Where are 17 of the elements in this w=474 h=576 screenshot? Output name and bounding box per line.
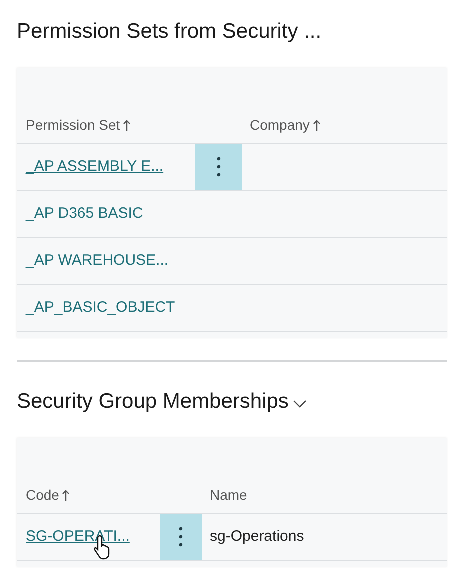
more-options-icon [216, 157, 220, 177]
row-link[interactable]: _AP WAREHOUSE... [26, 250, 169, 272]
row-link[interactable]: _AP ASSEMBLY E... [26, 156, 164, 178]
chevron-down-icon[interactable] [292, 400, 307, 408]
column-header[interactable]: Name [210, 485, 248, 506]
row-menu-button[interactable] [160, 514, 202, 560]
row-menu-button[interactable] [195, 144, 242, 190]
section-title: Security Group Memberships [17, 389, 289, 416]
column-header[interactable]: Permission Set [26, 115, 120, 136]
section-title: Permission Sets from Security ... [17, 19, 322, 46]
table-cell-text: sg-Operations [210, 526, 304, 547]
column-header[interactable]: Code [26, 485, 60, 506]
row-link[interactable]: SG-OPERATI... [26, 526, 130, 548]
row-link[interactable]: _AP D365 BASIC [26, 202, 144, 226]
column-header[interactable]: Company [250, 115, 310, 136]
row-link[interactable]: _AP_BASIC_OBJECT [26, 296, 176, 320]
more-options-icon [179, 527, 183, 547]
